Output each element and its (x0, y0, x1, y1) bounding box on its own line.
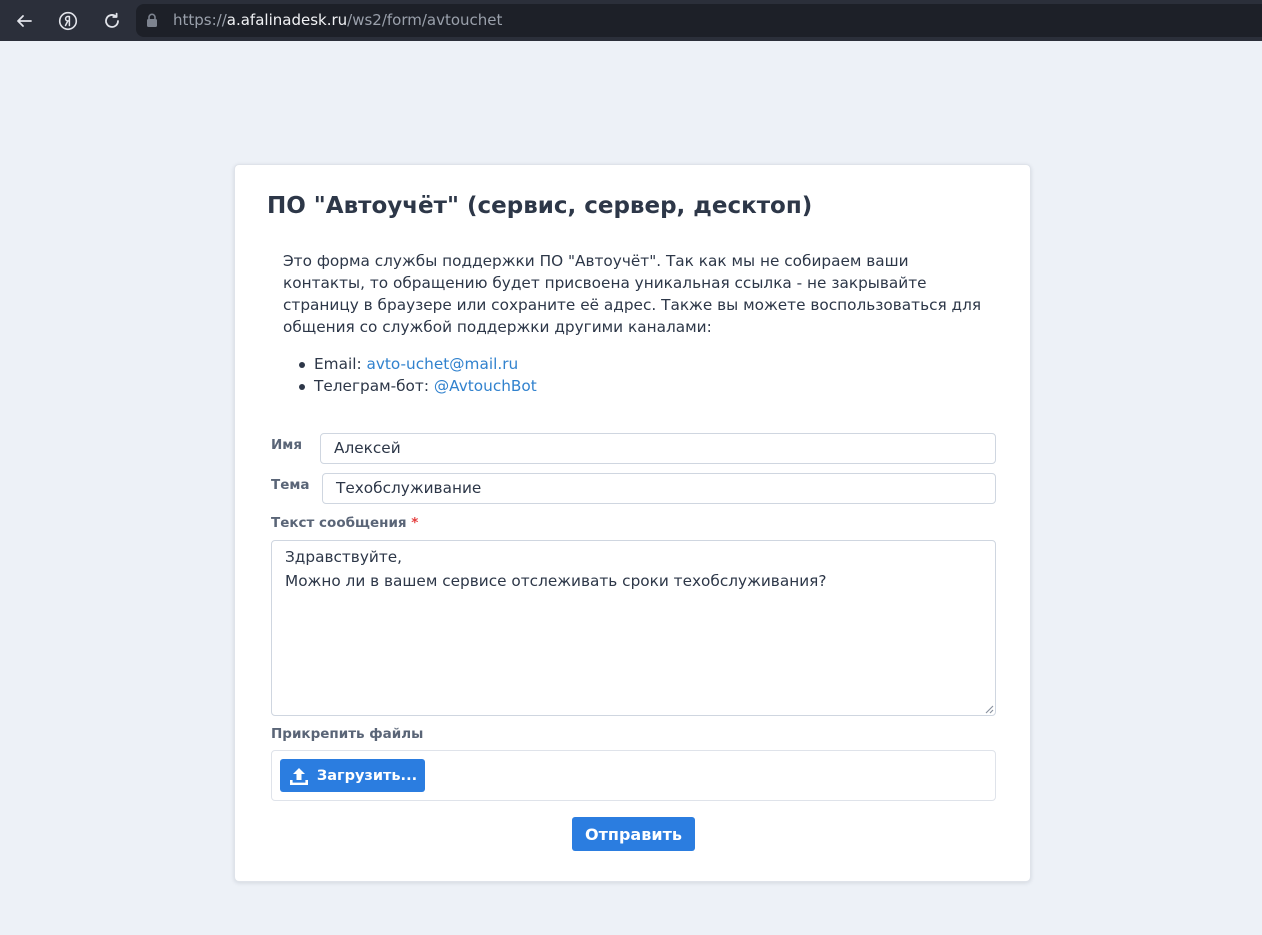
message-line: Здравствуйте, (285, 548, 402, 566)
attachments-label: Прикрепить файлы (271, 726, 424, 742)
message-line: Можно ли в вашем сервисе отслеживать сро… (285, 572, 827, 590)
contact-list: Email: avto-uchet@mail.ru Телеграм-бот: … (283, 353, 537, 397)
url-host: a.afalinadesk.ru (226, 11, 348, 29)
resize-grip-icon[interactable] (984, 704, 994, 714)
email-link[interactable]: avto-uchet@mail.ru (366, 355, 518, 373)
subject-label: Тема (271, 477, 310, 493)
submit-button[interactable]: Отправить (572, 817, 695, 851)
reload-icon (105, 12, 119, 28)
support-form-card: ПО "Автоучёт" (сервис, сервер, десктоп) … (234, 164, 1031, 882)
upload-button-label: Загрузить... (316, 767, 418, 784)
back-button[interactable] (11, 8, 37, 34)
required-mark: * (411, 515, 419, 531)
address-bar[interactable]: https://a.afalinadesk.ru/ws2/form/avtouc… (136, 4, 1262, 37)
message-textarea[interactable]: Здравствуйте, Можно ли в вашем сервисе о… (271, 540, 996, 716)
reload-button[interactable] (99, 8, 125, 34)
intro-text: Это форма службы поддержки ПО "Автоучёт"… (283, 252, 982, 336)
lock-icon (147, 13, 157, 27)
browser-toolbar: https://a.afalinadesk.ru/ws2/form/avtouc… (0, 0, 1262, 41)
file-upload-area: Загрузить... (271, 750, 996, 801)
yandex-button[interactable] (55, 8, 81, 34)
yandex-logo-icon (58, 11, 78, 31)
subject-field[interactable]: Техобслуживание (322, 473, 996, 504)
arrow-left-icon (17, 15, 32, 27)
list-item: Email: avto-uchet@mail.ru (283, 353, 537, 375)
name-label: Имя (271, 437, 303, 453)
telegram-bot-link[interactable]: @AvtouchBot (434, 377, 537, 395)
name-field[interactable]: Алексей (320, 433, 996, 464)
url-path: /ws2/form/avtouchet (347, 11, 503, 29)
message-label: Текст сообщения * (271, 515, 419, 531)
list-item: Телеграм-бот: @AvtouchBot (283, 375, 537, 397)
page-title: ПО "Автоучёт" (сервис, сервер, десктоп) (267, 193, 813, 219)
url-text: https://a.afalinadesk.ru/ws2/form/avtouc… (173, 11, 503, 29)
upload-button[interactable]: Загрузить... (280, 759, 425, 792)
upload-icon (289, 767, 308, 785)
